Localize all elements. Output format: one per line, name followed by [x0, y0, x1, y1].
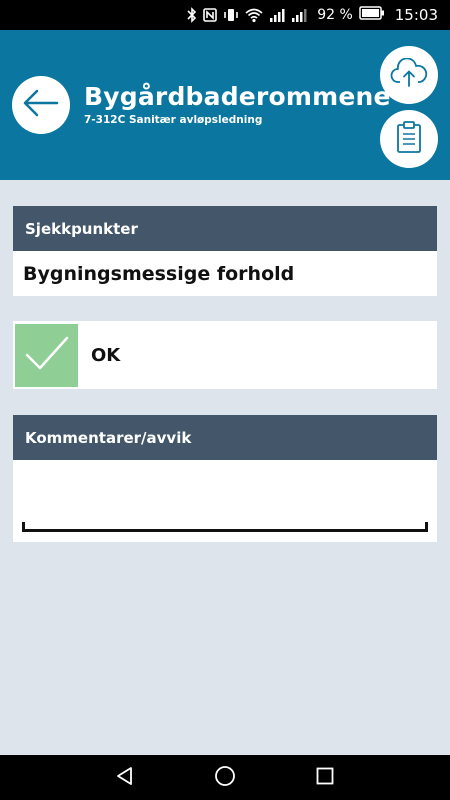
back-button[interactable] [12, 76, 70, 134]
back-icon [115, 766, 135, 790]
signal-icon [269, 7, 285, 23]
nav-recent-button[interactable] [313, 766, 337, 790]
nav-home-button[interactable] [213, 766, 237, 790]
status-ok-option[interactable]: OK [13, 321, 437, 389]
nfc-icon [203, 7, 217, 23]
checkpoint-value: Bygningsmessige forhold [23, 262, 295, 285]
battery-percent: 92 % [317, 7, 353, 23]
status-icons [187, 7, 307, 23]
battery-icon [359, 6, 385, 24]
arrow-left-icon [21, 88, 61, 122]
page-subtitle: 7-312C Sanitær avløpsledning [84, 114, 263, 126]
checkpoints-card: Sjekkpunkter Bygningsmessige forhold [13, 206, 437, 296]
comment-area [13, 460, 437, 542]
clock: 15:03 [394, 6, 438, 24]
comments-card: Kommentarer/avvik [13, 415, 437, 542]
recent-apps-icon [315, 766, 335, 790]
navigation-bar [0, 755, 450, 800]
status-label: OK [91, 344, 121, 366]
upload-button[interactable] [380, 46, 438, 104]
status-checkbox[interactable] [15, 323, 78, 387]
wifi-icon [245, 7, 263, 23]
nav-back-button[interactable] [113, 766, 137, 790]
title-block: Bygårdbaderommene 7-312C Sanitær avløpsl… [84, 82, 391, 126]
clipboard-button[interactable] [380, 110, 438, 168]
bluetooth-icon [187, 7, 197, 23]
vibrate-icon [223, 7, 239, 23]
comments-header: Kommentarer/avvik [13, 415, 437, 460]
checkmark-icon [25, 335, 69, 375]
home-icon [214, 765, 236, 791]
cloud-upload-icon [390, 57, 428, 92]
clipboard-icon [395, 120, 423, 158]
status-bar: 92 % 15:03 [0, 0, 450, 30]
comment-input-underline [22, 522, 428, 532]
app-header: Bygårdbaderommene 7-312C Sanitær avløpsl… [0, 30, 450, 180]
checkpoints-header: Sjekkpunkter [13, 206, 437, 251]
page-title: Bygårdbaderommene [84, 82, 391, 111]
signal-icon [291, 7, 307, 23]
